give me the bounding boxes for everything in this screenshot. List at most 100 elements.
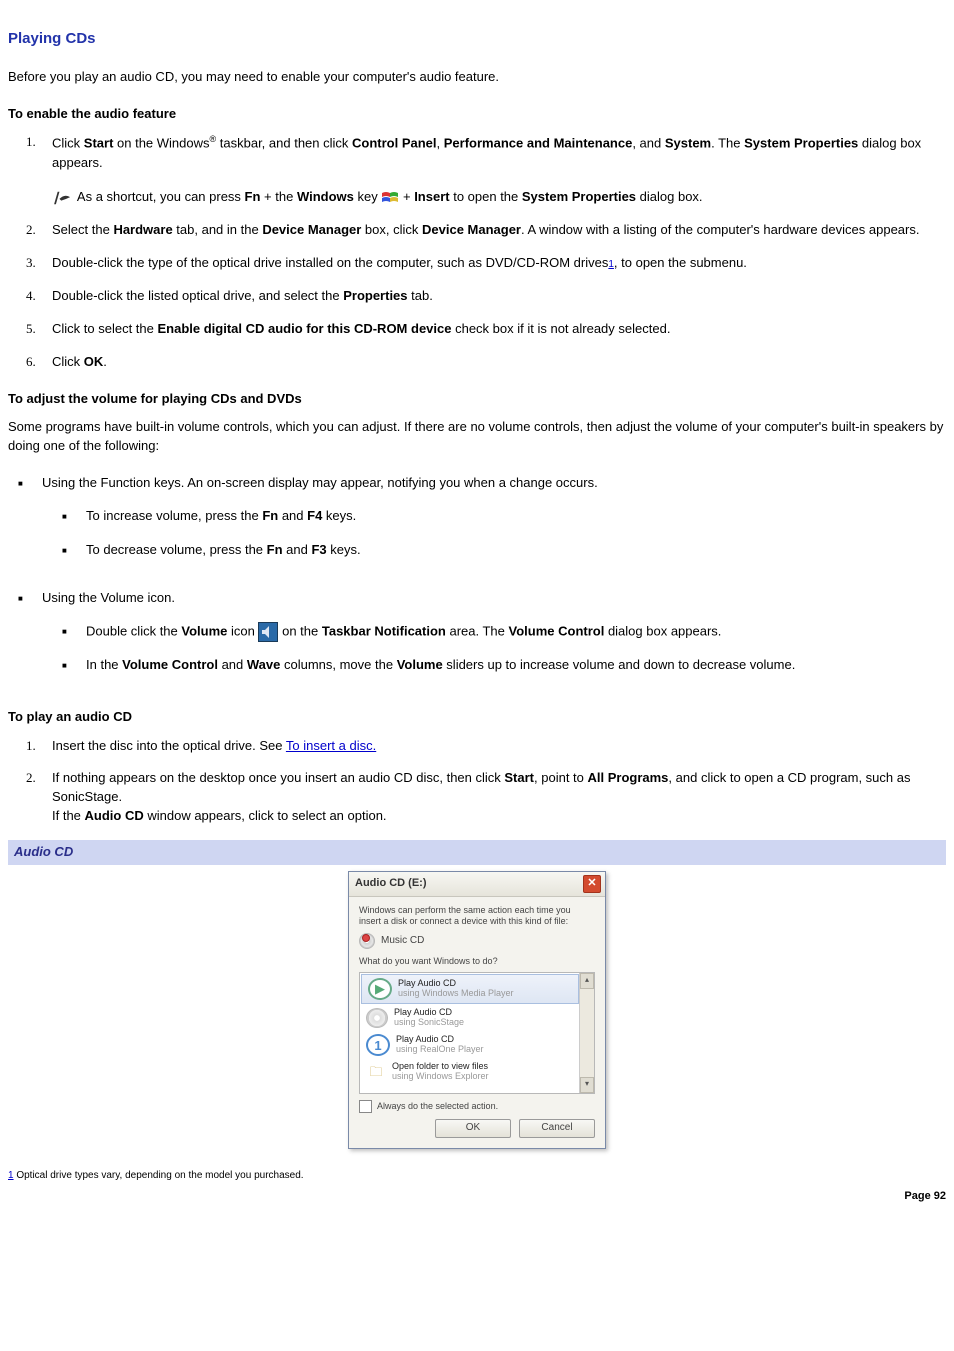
play-cd-steps: 1. Insert the disc into the optical driv… (8, 737, 946, 826)
cancel-button[interactable]: Cancel (519, 1119, 595, 1138)
option-sublabel: using Windows Explorer (392, 1072, 489, 1082)
bold-sys-props: System Properties (744, 136, 858, 151)
text: sliders up to increase volume and down t… (443, 657, 796, 672)
bullet-icon: ■ (42, 656, 86, 676)
bullet-icon: ■ (8, 474, 42, 575)
text: , and (632, 136, 665, 151)
bold-fn: Fn (267, 542, 283, 557)
text: Click to select the (52, 321, 158, 336)
step-6: Click OK. (52, 353, 946, 372)
option-sublabel: using SonicStage (394, 1018, 464, 1028)
increase-volume: To increase volume, press the Fn and F4 … (86, 507, 946, 527)
volume-icon-sublist: ■ Double click the Volume icon on the Ta… (42, 622, 946, 676)
insert-disc-link[interactable]: To insert a disc. (286, 738, 376, 753)
close-icon[interactable]: ✕ (583, 875, 601, 893)
bold-volume: Volume (397, 657, 443, 672)
bold-start: Start (84, 136, 114, 151)
bold-wave: Wave (247, 657, 280, 672)
list-marker: 3. (8, 254, 52, 273)
bold-all-programs: All Programs (588, 770, 669, 785)
list-marker: 4. (8, 287, 52, 306)
text: keys. (322, 508, 356, 523)
function-keys-sublist: ■ To increase volume, press the Fn and F… (42, 507, 946, 561)
text: In the (86, 657, 122, 672)
list-marker: 5. (8, 320, 52, 339)
bold-ok: OK (84, 354, 104, 369)
text: check box if it is not already selected. (451, 321, 670, 336)
text: Click (52, 136, 84, 151)
volume-methods: ■ Using the Function keys. An on-screen … (8, 474, 946, 690)
text: If nothing appears on the desktop once y… (52, 770, 504, 785)
page-number: Page 92 (8, 1189, 946, 1205)
bullet-icon: ■ (42, 541, 86, 561)
footnote: 1 Optical drive types vary, depending on… (8, 1169, 946, 1184)
list-marker: 6. (8, 353, 52, 372)
bold-f4: F4 (307, 508, 322, 523)
text: area. The (446, 623, 509, 638)
decrease-volume: To decrease volume, press the Fn and F3 … (86, 541, 946, 561)
option-sonicstage[interactable]: Play Audio CDusing SonicStage (360, 1005, 580, 1031)
bold-devmgr1: Device Manager (262, 222, 361, 237)
option-explorer[interactable]: 🗀 Open folder to view filesusing Windows… (360, 1059, 580, 1085)
volume-icon-step1: Double click the Volume icon on the Task… (86, 622, 946, 642)
section-play-cd: To play an audio CD (8, 708, 946, 727)
bold-properties: Properties (343, 288, 407, 303)
bold-system: System (665, 136, 711, 151)
text: . (103, 354, 107, 369)
bold-start: Start (504, 770, 534, 785)
text: key (354, 189, 381, 204)
text: box, click (361, 222, 422, 237)
text: dialog box appears. (604, 623, 721, 638)
page-title: Playing CDs (8, 28, 946, 50)
bold-devmgr2: Device Manager (422, 222, 521, 237)
step-1: Click Start on the Windows® taskbar, and… (52, 133, 946, 207)
always-checkbox[interactable] (359, 1100, 372, 1113)
text: dialog box. (636, 189, 703, 204)
text: , (437, 136, 444, 151)
step-4: Double-click the listed optical drive, a… (52, 287, 946, 306)
text: , to open the submenu. (614, 255, 747, 270)
bold-fn: Fn (262, 508, 278, 523)
adjust-volume-intro: Some programs have built-in volume contr… (8, 418, 946, 456)
ok-button[interactable]: OK (435, 1119, 511, 1138)
method-volume-icon: Using the Volume icon. ■ Double click th… (42, 589, 946, 690)
scroll-up-icon[interactable]: ▴ (580, 973, 594, 989)
bold-vol-ctrl: Volume Control (509, 623, 605, 638)
cd-icon (366, 1008, 388, 1028)
partial-icon: ◔ (366, 1088, 386, 1094)
text: to open the (450, 189, 522, 204)
option-partial[interactable]: ◔ (360, 1085, 580, 1094)
text: tab, and in the (173, 222, 263, 237)
dialog-titlebar: Audio CD (E:) ✕ (349, 872, 605, 897)
options-listbox[interactable]: ▶ Play Audio CDusing Windows Media Playe… (359, 972, 595, 1094)
text: Click (52, 354, 84, 369)
audio-cd-dialog: Audio CD (E:) ✕ Windows can perform the … (348, 871, 606, 1149)
text: Using the Function keys. An on-screen di… (42, 475, 598, 490)
music-cd-label: Music CD (381, 934, 424, 949)
list-marker: 1. (8, 133, 52, 207)
text: taskbar, and then click (216, 136, 352, 151)
figure-caption: Audio CD (8, 840, 946, 865)
text: + the (260, 189, 297, 204)
bold-fn: Fn (245, 189, 261, 204)
option-wmp[interactable]: ▶ Play Audio CDusing Windows Media Playe… (361, 974, 579, 1004)
scroll-down-icon[interactable]: ▾ (580, 1077, 594, 1093)
text: and (283, 542, 312, 557)
play-step-1: Insert the disc into the optical drive. … (52, 737, 946, 756)
folder-icon: 🗀 (366, 1062, 386, 1082)
text: , point to (534, 770, 587, 785)
option-sublabel: using RealOne Player (396, 1045, 484, 1055)
text: Double-click the type of the optical dri… (52, 255, 608, 270)
volume-icon (258, 622, 278, 642)
scrollbar[interactable]: ▴ ▾ (579, 973, 594, 1093)
always-label: Always do the selected action. (377, 1100, 498, 1113)
option-realone[interactable]: 1 Play Audio CDusing RealOne Player (360, 1031, 580, 1059)
bold-insert: Insert (414, 189, 449, 204)
dialog-instruction: Windows can perform the same action each… (359, 905, 595, 928)
text: As a shortcut, you can press (77, 189, 245, 204)
text: on the (282, 623, 322, 638)
text: Insert the disc into the optical drive. … (52, 738, 286, 753)
play-step-2: If nothing appears on the desktop once y… (52, 769, 946, 826)
section-adjust-volume: To adjust the volume for playing CDs and… (8, 390, 946, 409)
always-row: Always do the selected action. (359, 1100, 595, 1113)
